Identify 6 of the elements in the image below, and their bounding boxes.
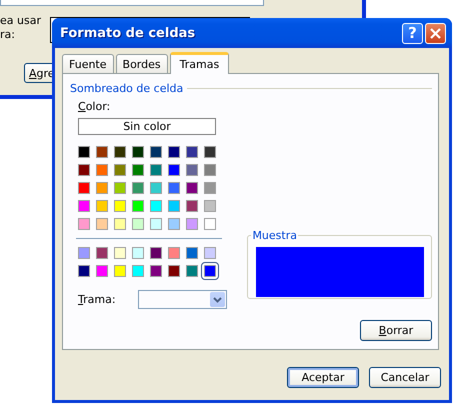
- field-label: ea usar ra:: [0, 14, 41, 42]
- window-title: Formato de celdas: [60, 26, 196, 40]
- color-label: Color:: [78, 100, 112, 113]
- pattern-label: Trama:: [78, 293, 116, 306]
- group-title: Sombreado de celda: [70, 82, 184, 95]
- group-title: Muestra: [251, 229, 298, 242]
